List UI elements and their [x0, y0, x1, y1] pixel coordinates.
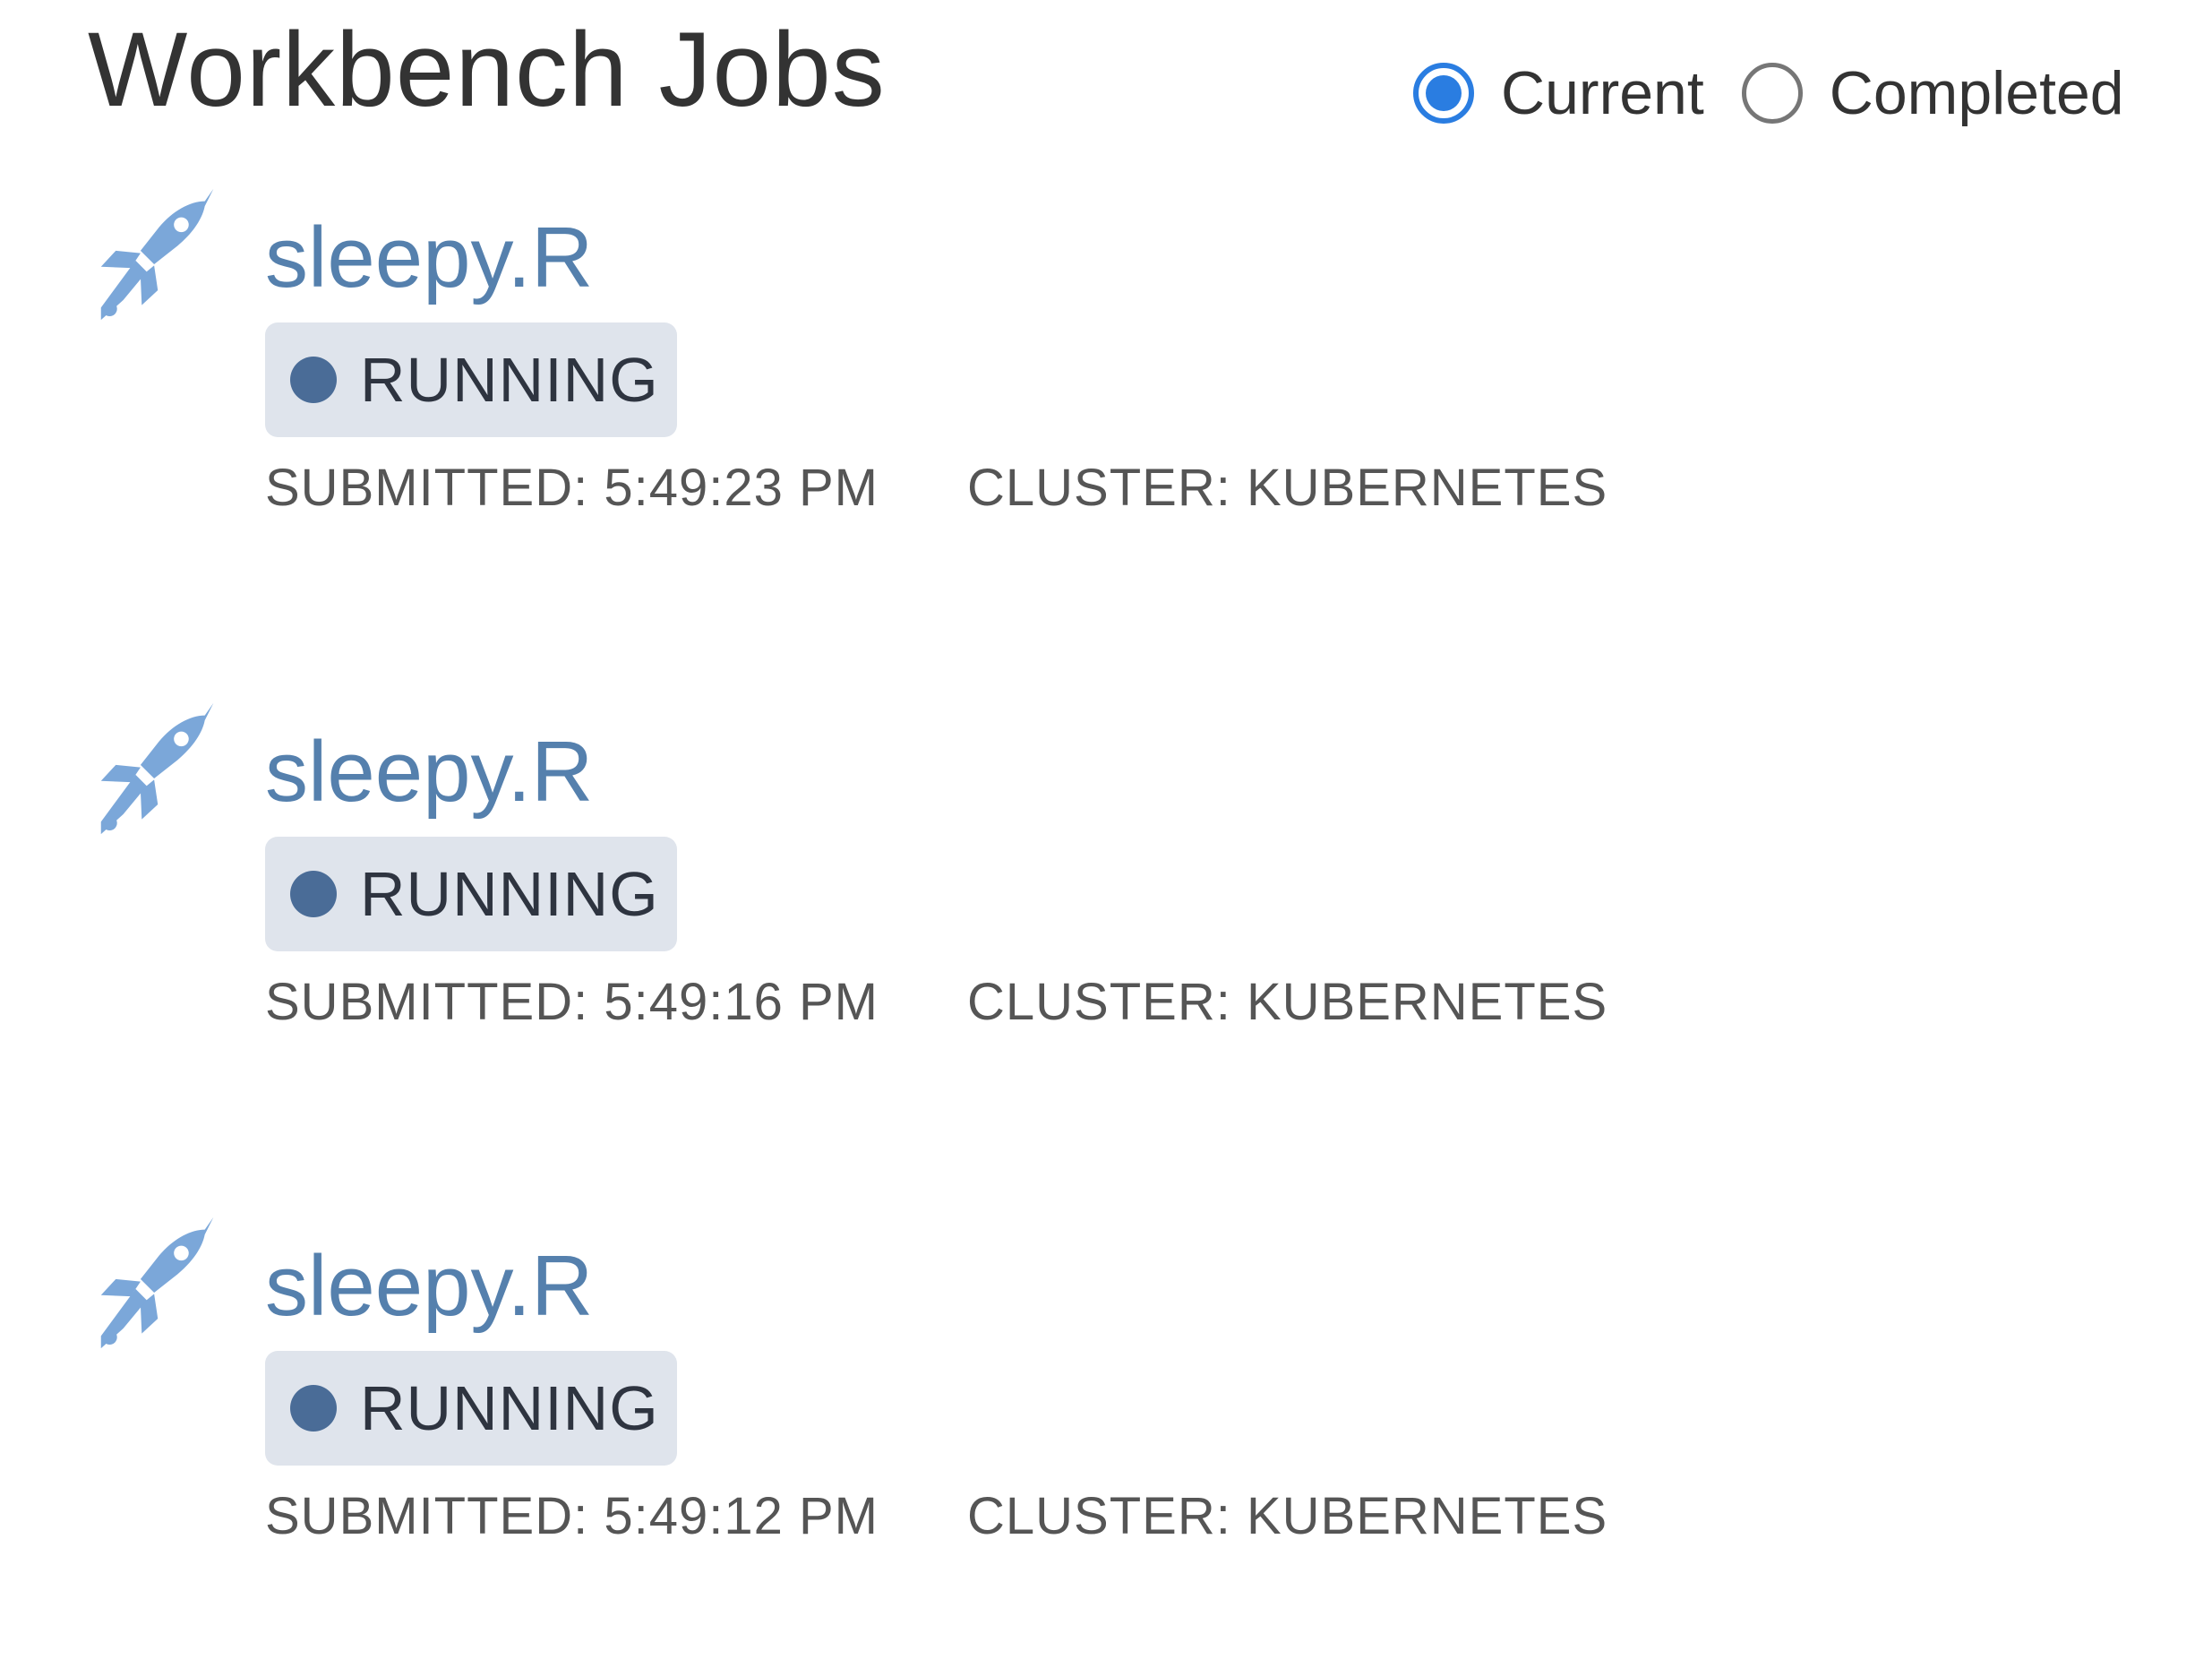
- job-item: sleepy.R RUNNING SUBMITTED: 5:49:12 PM C…: [0, 1217, 2212, 1593]
- rocket-icon: [100, 1217, 214, 1349]
- job-item: sleepy.R RUNNING SUBMITTED: 5:49:23 PM C…: [0, 188, 2212, 564]
- job-filter: Current Completed: [1413, 47, 2124, 140]
- job-name-link[interactable]: sleepy.R: [265, 718, 593, 826]
- job-name-link[interactable]: sleepy.R: [265, 204, 593, 312]
- filter-option-label: Current: [1501, 59, 1704, 127]
- status-badge: RUNNING: [265, 837, 677, 951]
- radio-checked-icon[interactable]: [1413, 63, 1474, 124]
- cluster-name: CLUSTER: KUBERNETES: [967, 459, 1608, 517]
- status-label: RUNNING: [360, 345, 659, 415]
- submitted-time: SUBMITTED: 5:49:12 PM: [265, 1487, 879, 1545]
- rocket-icon: [100, 702, 214, 835]
- status-label: RUNNING: [360, 1373, 659, 1443]
- submitted-time: SUBMITTED: 5:49:23 PM: [265, 459, 879, 517]
- status-badge: RUNNING: [265, 1351, 677, 1466]
- status-dot-icon: [290, 871, 337, 917]
- cluster-name: CLUSTER: KUBERNETES: [967, 973, 1608, 1031]
- status-badge: RUNNING: [265, 322, 677, 437]
- job-name-link[interactable]: sleepy.R: [265, 1233, 593, 1340]
- page-title: Workbench Jobs: [88, 11, 886, 129]
- rocket-icon: [100, 188, 214, 321]
- status-label: RUNNING: [360, 859, 659, 929]
- cluster-name: CLUSTER: KUBERNETES: [967, 1487, 1608, 1545]
- filter-option-current[interactable]: Current: [1413, 58, 1704, 128]
- submitted-time: SUBMITTED: 5:49:16 PM: [265, 973, 879, 1031]
- status-dot-icon: [290, 357, 337, 403]
- filter-option-completed[interactable]: Completed: [1741, 58, 2124, 128]
- filter-option-label: Completed: [1829, 59, 2124, 127]
- status-dot-icon: [290, 1385, 337, 1432]
- radio-unchecked-icon[interactable]: [1741, 63, 1803, 124]
- job-item: sleepy.R RUNNING SUBMITTED: 5:49:16 PM C…: [0, 702, 2212, 1079]
